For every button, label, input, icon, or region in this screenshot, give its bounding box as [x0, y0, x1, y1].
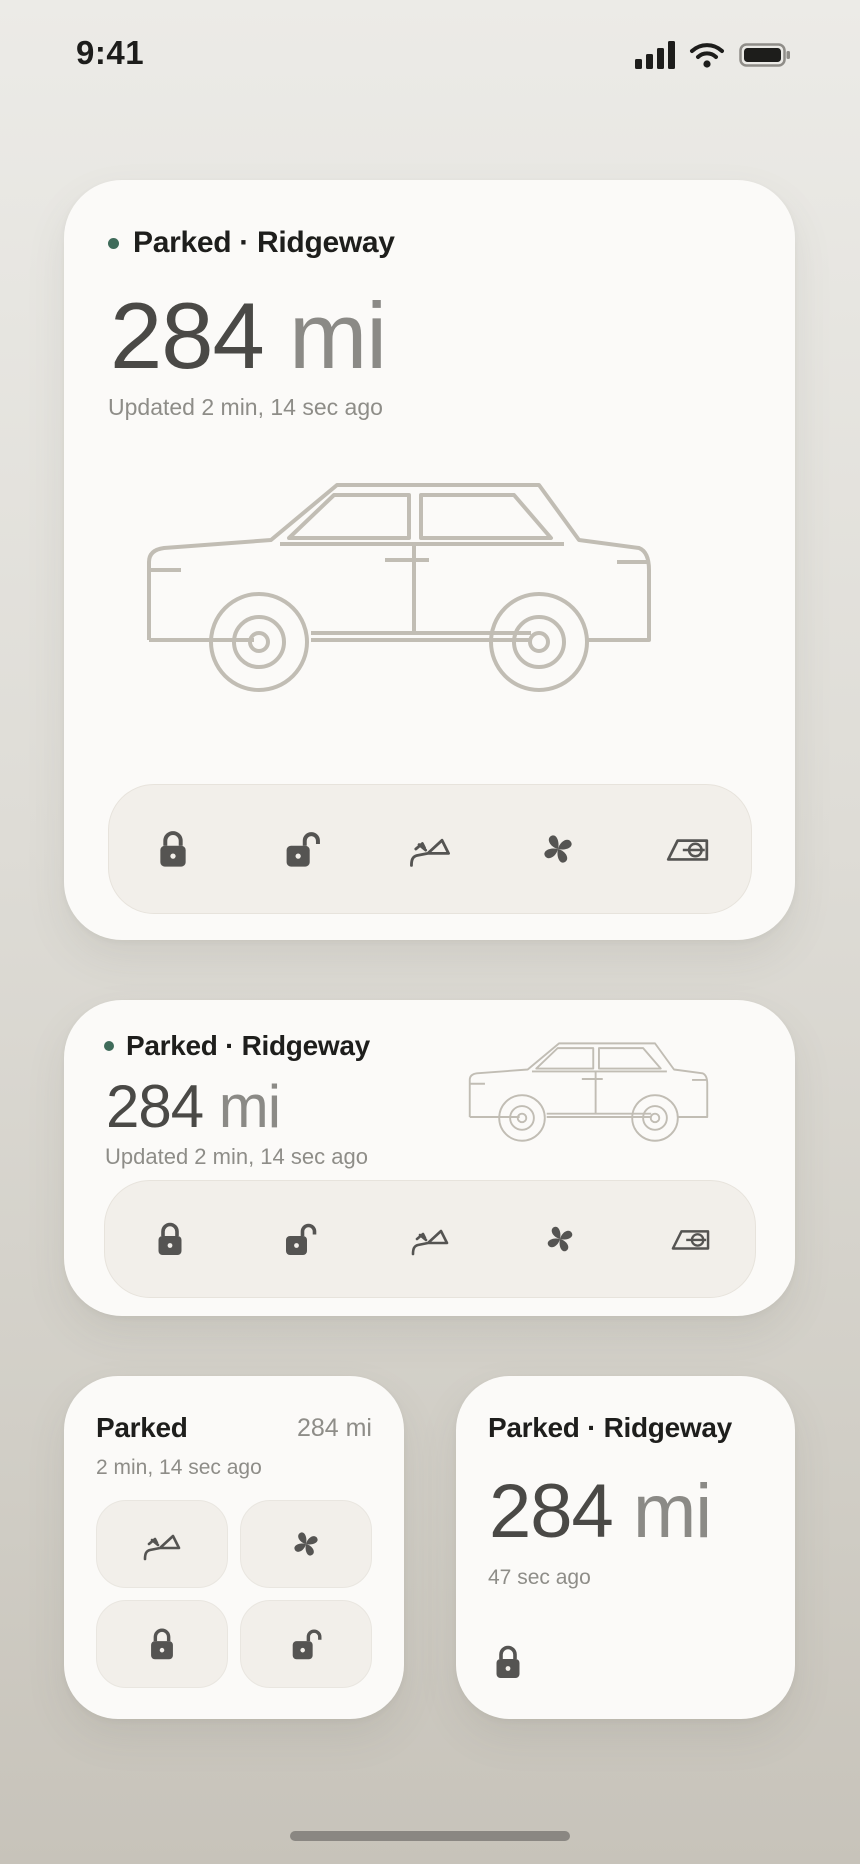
- charge-port-button[interactable]: [660, 1209, 720, 1269]
- trunk-icon: [408, 1219, 452, 1259]
- charge-port-button[interactable]: [657, 819, 717, 879]
- status-label: Parked · Ridgeway: [133, 226, 395, 259]
- trunk-icon: [406, 827, 454, 871]
- status-time: 9:41: [76, 34, 145, 71]
- unlock-icon: [280, 827, 324, 871]
- unlock-button[interactable]: [240, 1600, 372, 1688]
- unlock-icon: [280, 1219, 320, 1259]
- range-unit: mi: [288, 283, 387, 388]
- small-controls-widget[interactable]: Parked 284 mi 2 min, 14 sec ago: [64, 1376, 404, 1719]
- updated-time: Updated 2 min, 14 sec ago: [105, 1144, 368, 1169]
- range-unit: mi: [218, 1073, 281, 1140]
- status-dot: [108, 237, 119, 249]
- wifi-icon: [690, 43, 724, 68]
- status-dot: [104, 1041, 114, 1051]
- fan-icon: [542, 1221, 578, 1257]
- lock-button[interactable]: [143, 819, 203, 879]
- trunk-button[interactable]: [400, 819, 460, 879]
- home-indicator[interactable]: [290, 1831, 570, 1841]
- status-icons: [635, 38, 791, 72]
- lock-icon: [150, 1219, 190, 1259]
- range-readout: 284 mi: [110, 282, 387, 390]
- range-compact: 284 mi: [296, 1414, 372, 1442]
- charge-port-icon: [668, 1220, 712, 1258]
- range-value: 284: [489, 1469, 614, 1554]
- small-range-widget[interactable]: Parked · Ridgeway 284 mi 47 sec ago: [456, 1376, 795, 1719]
- car-illustration: [465, 1036, 750, 1160]
- updated-time: 2 min, 14 sec ago: [96, 1456, 262, 1479]
- climate-button[interactable]: [528, 819, 588, 879]
- cellular-signal-icon: [635, 41, 675, 69]
- fan-icon: [289, 1527, 323, 1561]
- climate-button[interactable]: [240, 1500, 372, 1588]
- status-row: Parked · Ridgeway: [108, 226, 395, 260]
- status-bar: 9:41: [0, 0, 860, 110]
- trunk-icon: [140, 1524, 184, 1564]
- lock-icon: [143, 1625, 181, 1663]
- charge-port-icon: [663, 828, 711, 870]
- quick-controls-bar: [104, 1180, 756, 1298]
- updated-time: Updated 2 min, 14 sec ago: [108, 394, 383, 420]
- lock-icon: [488, 1642, 528, 1682]
- unlock-icon: [287, 1625, 325, 1663]
- large-vehicle-widget[interactable]: Parked · Ridgeway 284 mi Updated 2 min, …: [64, 180, 795, 940]
- car-illustration: [139, 470, 739, 730]
- lock-button[interactable]: [96, 1600, 228, 1688]
- climate-button[interactable]: [530, 1209, 590, 1269]
- range-value: 284: [110, 283, 265, 388]
- unlock-button[interactable]: [272, 819, 332, 879]
- lock-button[interactable]: [140, 1209, 200, 1269]
- trunk-button[interactable]: [400, 1209, 460, 1269]
- lock-icon: [151, 827, 195, 871]
- status-label: Parked · Ridgeway: [126, 1030, 370, 1061]
- battery-icon: [739, 43, 790, 67]
- quick-controls-bar: [108, 784, 752, 914]
- status-label: Parked · Ridgeway: [488, 1412, 732, 1443]
- lock-button[interactable]: [488, 1642, 532, 1686]
- trunk-button[interactable]: [96, 1500, 228, 1588]
- updated-time: 47 sec ago: [488, 1566, 591, 1589]
- status-row: Parked · Ridgeway: [104, 1030, 370, 1062]
- status-label: Parked: [96, 1412, 188, 1443]
- range-readout: 284 mi: [106, 1072, 281, 1141]
- unlock-button[interactable]: [270, 1209, 330, 1269]
- medium-vehicle-widget[interactable]: Parked · Ridgeway 284 mi Updated 2 min, …: [64, 1000, 795, 1316]
- range-readout: 284 mi: [489, 1468, 712, 1555]
- fan-icon: [538, 829, 578, 869]
- range-value: 284: [106, 1073, 204, 1140]
- range-unit: mi: [632, 1469, 712, 1554]
